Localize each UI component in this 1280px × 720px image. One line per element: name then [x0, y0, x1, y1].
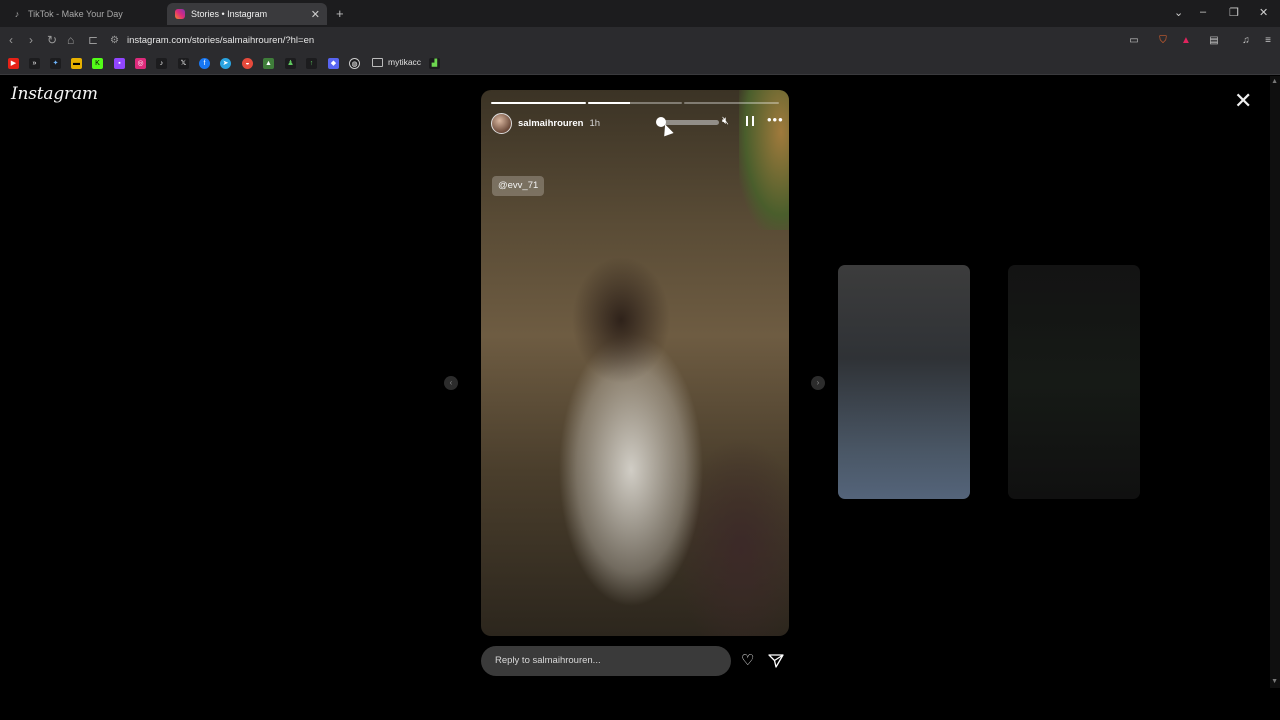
- mention-sticker[interactable]: @evv_71: [492, 176, 545, 196]
- reply-input[interactable]: Reply to salmaihrouren...: [481, 646, 731, 676]
- menu-icon[interactable]: ≡: [1262, 34, 1274, 46]
- cast-icon[interactable]: ▭: [1128, 34, 1140, 46]
- story-viewer[interactable]: salmaihrouren 1h 🔇︎ •••: [481, 90, 789, 636]
- more-options-icon[interactable]: •••: [767, 112, 784, 127]
- back-button[interactable]: ‹: [9, 33, 13, 47]
- browser-tab-bar: ♪ TikTok - Make Your Day Stories • Insta…: [0, 0, 1280, 27]
- progress-segment: [684, 102, 780, 104]
- tiktok-bookmark-icon[interactable]: ♪: [156, 58, 167, 69]
- tab-instagram-stories[interactable]: Stories • Instagram ✕: [167, 3, 327, 25]
- globe-bookmark-icon[interactable]: ◍: [349, 58, 360, 69]
- telegram-bookmark-icon[interactable]: ➤: [220, 58, 231, 69]
- tiktok-icon: ♪: [14, 9, 20, 19]
- arrow-up-bookmark-icon[interactable]: ↑: [306, 58, 317, 69]
- tab-title: TikTok - Make Your Day: [28, 9, 123, 19]
- instagram-bookmark-icon[interactable]: ◎: [135, 58, 146, 69]
- media-icon[interactable]: ♫: [1240, 34, 1252, 46]
- bookmark-folder-label: mytikacc: [388, 57, 422, 67]
- youtube-bookmark-icon[interactable]: ▶: [8, 58, 19, 69]
- scroll-up-icon[interactable]: ▲: [1271, 78, 1278, 85]
- close-window-button[interactable]: ✕: [1259, 6, 1268, 19]
- close-tab-icon[interactable]: ✕: [311, 8, 320, 21]
- progress-segment: [587, 102, 683, 104]
- story-plant-decor: [739, 90, 789, 230]
- bookmarks-bar: ▶ » ✦ ▬ K ▪ ◎ ♪ 𝕏 f ➤ ◒ ▲ ♟ ↑ ◆ ◍ mytika…: [0, 53, 1280, 75]
- x-bookmark-icon[interactable]: 𝕏: [178, 58, 189, 69]
- person-bookmark-icon[interactable]: ♟: [285, 58, 296, 69]
- pause-icon[interactable]: [746, 116, 754, 126]
- scroll-down-icon[interactable]: ▼: [1271, 678, 1278, 685]
- url-field[interactable]: ⚙ instagram.com/stories/salmaihrouren/?h…: [110, 30, 1120, 50]
- bookmark-folder[interactable]: mytikacc: [372, 57, 421, 67]
- signal-bookmark-icon[interactable]: ▟: [429, 58, 440, 69]
- next-story-preview[interactable]: [838, 265, 970, 499]
- sidebar-icon[interactable]: ▤: [1208, 34, 1220, 46]
- bookmark-icon[interactable]: ⊏: [88, 33, 98, 47]
- instagram-icon: [175, 9, 185, 19]
- story-header: salmaihrouren 1h 🔇︎ •••: [491, 112, 783, 134]
- close-stories-icon[interactable]: ✕: [1234, 90, 1252, 112]
- discord-bookmark-icon[interactable]: ◆: [328, 58, 339, 69]
- next-story-icon[interactable]: ›: [811, 376, 825, 390]
- brave-rewards-icon[interactable]: ▲: [1180, 34, 1192, 46]
- tab-list-chevron-icon[interactable]: ⌄: [1174, 6, 1183, 19]
- reload-button[interactable]: ↻: [47, 33, 57, 47]
- page-scrollbar[interactable]: ▲: [1270, 76, 1280, 688]
- send-icon[interactable]: [768, 654, 784, 668]
- tab-tiktok[interactable]: ♪ TikTok - Make Your Day: [4, 3, 164, 25]
- brave-shield-icon[interactable]: ⛉: [1157, 34, 1169, 46]
- new-tab-button[interactable]: +: [336, 6, 344, 21]
- mute-icon[interactable]: 🔇︎: [722, 115, 729, 128]
- address-bar-row: ‹ › ↻ ⌂ ⊏ ⚙ instagram.com/stories/salmai…: [0, 27, 1280, 53]
- stories-page: Instagram ✕ ‹ › salmaihrouren 1h 🔇︎ ••• …: [0, 76, 1280, 720]
- tab-title: Stories • Instagram: [191, 9, 268, 19]
- instagram-logo[interactable]: Instagram: [11, 84, 98, 104]
- minimize-button[interactable]: –: [1200, 6, 1206, 18]
- progress-segment: [491, 102, 586, 104]
- facebook-bookmark-icon[interactable]: f: [199, 58, 210, 69]
- forward-button[interactable]: ›: [29, 33, 33, 47]
- restore-button[interactable]: ❐: [1229, 6, 1239, 19]
- kick-bookmark-icon[interactable]: K: [92, 58, 103, 69]
- green-bookmark-icon[interactable]: ▲: [263, 58, 274, 69]
- red-bookmark-icon[interactable]: ◒: [242, 58, 253, 69]
- previous-story-icon[interactable]: ‹: [444, 376, 458, 390]
- home-button[interactable]: ⌂: [67, 33, 74, 47]
- kick-arrow-bookmark-icon[interactable]: »: [29, 58, 40, 69]
- heart-icon[interactable]: ♡: [741, 653, 754, 669]
- site-settings-icon[interactable]: ⚙: [110, 35, 119, 46]
- folder-icon: [372, 57, 383, 67]
- url-text: instagram.com/stories/salmaihrouren/?hl=…: [126, 34, 315, 46]
- next-story-preview[interactable]: [1008, 265, 1140, 499]
- avatar[interactable]: [491, 112, 512, 134]
- sparkle-bookmark-icon[interactable]: ✦: [50, 58, 61, 69]
- story-username[interactable]: salmaihrouren: [518, 118, 583, 129]
- twitch-bookmark-icon[interactable]: ▪: [114, 58, 125, 69]
- story-progress-bar: [491, 102, 780, 104]
- story-age: 1h: [589, 117, 601, 129]
- bookmark-yellow-icon[interactable]: ▬: [71, 58, 82, 69]
